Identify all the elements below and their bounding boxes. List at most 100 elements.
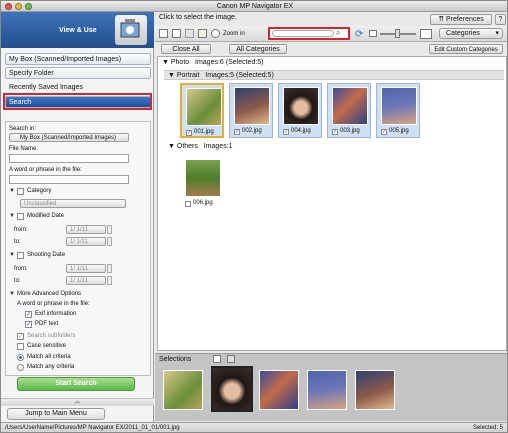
modified-label: Modified Date	[27, 213, 65, 219]
category-select[interactable]: Unclassified	[20, 199, 126, 208]
search-icon[interactable]: ⌕	[336, 28, 340, 38]
thumbnail-005[interactable]: ✓ 005.jpg	[376, 83, 420, 138]
pdf-label: PDF text	[35, 321, 59, 327]
selection-thumb-004[interactable]	[211, 366, 253, 412]
app-window: Canon MP Navigator EX View & Use My Box …	[0, 0, 508, 433]
photo-004	[283, 87, 319, 125]
thumbnail-003-checkbox[interactable]: ✓	[332, 129, 338, 135]
nav-recently-saved[interactable]: Recently Saved Images	[5, 81, 151, 93]
match-any-radio[interactable]	[17, 364, 24, 371]
selection-thumb-003[interactable]	[259, 370, 299, 410]
modified-from-field[interactable]: 1/ 1/11	[66, 225, 106, 234]
preferences-icon: ⇈	[438, 16, 447, 23]
pdf-checkbox[interactable]: ✓	[25, 321, 32, 328]
shooting-from-field[interactable]: 1/ 1/11	[66, 264, 106, 273]
large-thumb-icon[interactable]	[420, 29, 432, 39]
portrait-group-header[interactable]: ▼ Portrait Images:5 (Selected:5)	[164, 70, 504, 80]
thumbnail-001[interactable]: ✓ 001.jpg	[180, 83, 224, 138]
shooting-checkbox[interactable]	[17, 252, 24, 259]
close-all-button[interactable]: Close All	[161, 44, 211, 54]
jump-to-main-menu-button[interactable]: Jump to Main Menu	[7, 408, 105, 420]
shooting-disclosure-icon[interactable]: ▼	[9, 252, 15, 258]
selections-grid-icon[interactable]	[213, 355, 221, 363]
case-checkbox[interactable]	[17, 343, 24, 350]
all-categories-button[interactable]: All Categories	[229, 44, 287, 54]
start-search-button[interactable]: Start Search	[17, 377, 135, 391]
word-field[interactable]	[9, 175, 129, 184]
selection-thumb-005[interactable]	[307, 370, 347, 410]
thumb-size-slider-knob[interactable]	[395, 29, 400, 38]
thumbnail-001-checkbox[interactable]: ✓	[186, 130, 192, 136]
edit-custom-categories-button[interactable]: Edit Custom Categories	[429, 44, 503, 54]
category-label: Category	[27, 188, 52, 194]
category-disclosure-icon[interactable]: ▼	[9, 188, 15, 194]
shooting-to-field[interactable]: 1/ 1/11	[66, 276, 106, 285]
modified-checkbox[interactable]	[17, 213, 24, 220]
subfolders-checkbox[interactable]: ✓	[17, 333, 24, 340]
zoom-in-label: Zoom in	[223, 31, 245, 37]
thumbnail-006[interactable]: 006.jpg	[180, 155, 224, 210]
collapse-panel-icon[interactable]: ︽	[1, 398, 154, 406]
preferences-button[interactable]: ⇈ Preferences	[430, 14, 492, 25]
selections-label: Selections	[159, 356, 192, 363]
category-checkbox[interactable]	[17, 188, 24, 195]
category-actions-row: Close All All Categories Edit Custom Cat…	[155, 43, 507, 55]
search-highlight	[3, 93, 152, 110]
minimize-window-icon[interactable]	[15, 3, 22, 10]
case-label: Case sensitive	[27, 343, 67, 349]
search-in-select[interactable]: My Box (Scanned/Imported Images)	[9, 133, 129, 142]
category-view-select[interactable]: Categories ▾	[439, 28, 503, 39]
view-thumbnails-icon[interactable]	[159, 29, 168, 38]
word-label: A word or phrase in the file:	[9, 167, 82, 173]
match-any-label: Match any criteria	[27, 364, 75, 370]
more-options-disclosure-icon[interactable]: ▼	[9, 291, 15, 297]
quick-search-input[interactable]	[272, 30, 334, 37]
exif-label: Exif information	[35, 311, 77, 317]
exif-checkbox[interactable]: ✓	[25, 311, 32, 318]
photo-group-header[interactable]: ▼ Photo Images:6 (Selected:5)	[162, 59, 264, 66]
thumbnail-002-checkbox[interactable]: ✓	[234, 129, 240, 135]
zoom-in-icon[interactable]	[211, 29, 220, 38]
modified-to-field[interactable]: 1/ 1/11	[66, 237, 106, 246]
tools-icon[interactable]	[185, 29, 194, 38]
zoom-window-icon[interactable]	[25, 3, 32, 10]
shooting-label: Shooting Date	[27, 252, 66, 258]
others-group-header[interactable]: ▼ Others Images:1	[164, 141, 504, 151]
right-panel: Click to select the image. ⇈ Preferences…	[155, 12, 507, 422]
thumbnail-002[interactable]: ✓ 002.jpg	[229, 83, 273, 138]
status-selected-count: Selected: 5	[472, 425, 503, 431]
image-browser: ▼ Photo Images:6 (Selected:5) ▼ Portrait…	[157, 56, 507, 351]
thumbnail-004[interactable]: ✓ 004.jpg	[278, 83, 322, 138]
view-use-header: View & Use	[1, 12, 154, 48]
more-options-label: More Advanced Options	[17, 291, 82, 297]
refresh-icon[interactable]: ⟳	[355, 29, 363, 40]
view-use-icon	[115, 15, 147, 45]
thumbnail-003[interactable]: ✓ 003.jpg	[327, 83, 371, 138]
close-window-icon[interactable]	[5, 3, 12, 10]
thumbnail-004-checkbox[interactable]: ✓	[283, 129, 289, 135]
thumbnail-006-checkbox[interactable]	[185, 201, 191, 207]
match-all-label: Match all criteria	[27, 354, 71, 360]
modified-to-label: to:	[14, 239, 21, 245]
nav-my-box[interactable]: My Box (Scanned/Imported Images)	[5, 53, 151, 65]
photo-006	[185, 159, 221, 197]
selections-single-icon[interactable]	[227, 355, 235, 363]
file-name-field[interactable]	[9, 154, 129, 163]
selection-thumb-002[interactable]	[355, 370, 395, 410]
help-button[interactable]: ?	[495, 14, 506, 25]
left-panel: View & Use My Box (Scanned/Imported Imag…	[1, 12, 154, 422]
modified-to-stepper[interactable]	[107, 237, 112, 246]
modified-from-stepper[interactable]	[107, 225, 112, 234]
modified-disclosure-icon[interactable]: ▼	[9, 213, 15, 219]
thumbnail-005-checkbox[interactable]: ✓	[381, 129, 387, 135]
status-bar: /Users/UserName/Pictures/MP Navigator EX…	[1, 422, 507, 432]
shooting-to-stepper[interactable]	[107, 276, 112, 285]
small-thumb-icon[interactable]	[369, 30, 377, 37]
search-in-label: Search in:	[9, 126, 37, 132]
view-grid-icon[interactable]	[172, 29, 181, 38]
selection-thumb-001[interactable]	[163, 370, 203, 410]
shooting-from-stepper[interactable]	[107, 264, 112, 273]
image-icon[interactable]	[198, 29, 207, 38]
match-all-radio[interactable]	[17, 354, 24, 361]
nav-specify-folder[interactable]: Specify Folder	[5, 67, 151, 79]
